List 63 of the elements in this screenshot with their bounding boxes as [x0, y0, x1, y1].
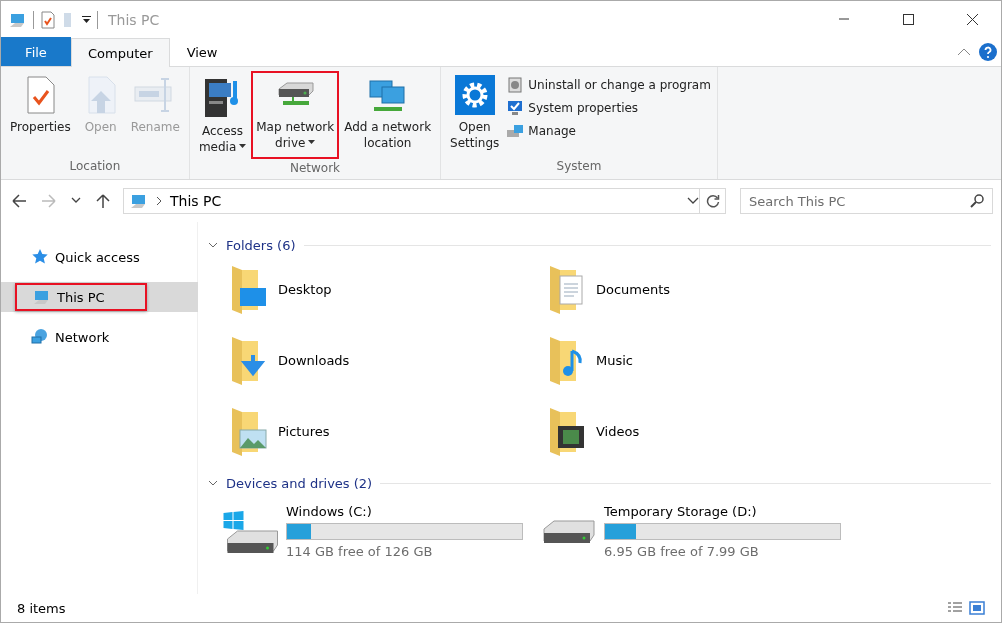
- search-icon: [970, 194, 984, 208]
- address-text: This PC: [170, 193, 222, 209]
- chevron-right-icon: [156, 196, 162, 206]
- window-title: This PC: [108, 11, 160, 28]
- ribbon-tab[interactable]: View: [169, 38, 235, 66]
- section-heading: Devices and drives (2): [226, 475, 373, 491]
- expand-toggle[interactable]: [208, 480, 218, 486]
- search-field[interactable]: Search This PC: [740, 188, 993, 214]
- computer-icon: [506, 122, 525, 140]
- refresh-icon: [705, 194, 720, 208]
- details-view-icon[interactable]: [947, 601, 963, 615]
- folder-item[interactable]: Downloads: [228, 333, 546, 387]
- gear-icon: [454, 75, 495, 115]
- ribbon-button[interactable]: Properties: [5, 71, 76, 157]
- folder-item[interactable]: Pictures: [228, 404, 546, 458]
- ribbon-button[interactable]: Manage: [504, 121, 713, 141]
- maximize-icon[interactable]: [901, 13, 915, 26]
- collapse-icon[interactable]: [957, 48, 971, 56]
- up-arrow-icon[interactable]: [95, 193, 111, 209]
- folder-item[interactable]: Documents: [546, 262, 864, 316]
- folder-item[interactable]: Music: [546, 333, 864, 387]
- drive-space: 6.95 GB free of 7.99 GB: [604, 544, 760, 559]
- refresh-button[interactable]: [700, 188, 726, 214]
- drive-space: 114 GB free of 126 GB: [286, 544, 434, 559]
- system-drive-icon: [222, 509, 280, 554]
- help-icon[interactable]: [979, 43, 997, 61]
- nav-item[interactable]: Quick access: [1, 242, 198, 272]
- drive-name[interactable]: Temporary Storage (D:): [604, 504, 841, 519]
- properties-icon[interactable]: [40, 10, 56, 29]
- nav-item[interactable]: This PC: [1, 282, 198, 312]
- ribbon-button[interactable]: Access media: [193, 71, 252, 159]
- ribbon-button[interactable]: Open Settings: [445, 71, 505, 157]
- chevron-icon: [208, 480, 218, 486]
- computer-icon: [130, 192, 148, 210]
- monitor-check-icon: [506, 99, 525, 117]
- chevron-down-icon[interactable]: [687, 197, 699, 205]
- folder-item[interactable]: Desktop: [228, 262, 546, 316]
- group-label: Network: [288, 160, 342, 177]
- ribbon-tab[interactable]: Computer: [71, 38, 170, 67]
- chevron-icon: [208, 242, 218, 248]
- nav-item[interactable]: Network: [1, 322, 198, 352]
- file-tab[interactable]: File: [1, 37, 71, 66]
- ribbon-button[interactable]: Uninstall or change a program: [504, 75, 713, 95]
- section-heading: Folders (6): [226, 237, 296, 253]
- back-arrow-icon[interactable]: [11, 193, 27, 209]
- program-icon: [506, 76, 525, 94]
- ribbon-button[interactable]: System properties: [504, 98, 713, 118]
- caret-icon[interactable]: [82, 16, 91, 23]
- item-count: 8 items: [17, 600, 66, 616]
- close-icon[interactable]: [965, 13, 979, 26]
- group-label: System: [555, 158, 603, 175]
- large-icons-view-icon[interactable]: [969, 601, 985, 615]
- hard-drive-icon: [543, 519, 595, 544]
- ribbon-button[interactable]: Map network drive: [251, 71, 340, 159]
- group-label: Location: [68, 158, 122, 175]
- computer-icon: [33, 288, 51, 306]
- ribbon-button[interactable]: Add a network location: [339, 71, 437, 159]
- star-icon: [31, 248, 49, 266]
- expand-toggle[interactable]: [208, 242, 218, 248]
- drive-name[interactable]: Windows (C:): [286, 504, 523, 519]
- globe-monitor-icon: [31, 328, 49, 346]
- address-bar[interactable]: This PC: [123, 188, 700, 214]
- folder-item[interactable]: Videos: [546, 404, 864, 458]
